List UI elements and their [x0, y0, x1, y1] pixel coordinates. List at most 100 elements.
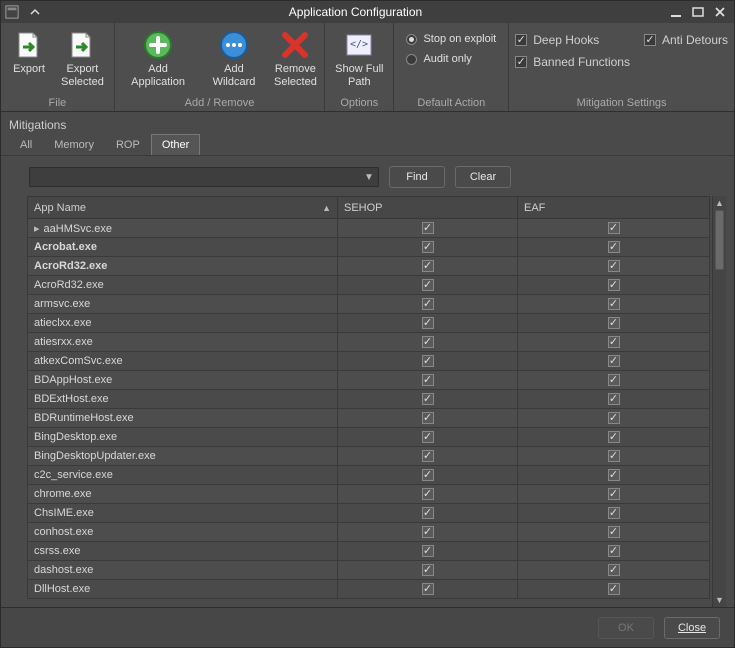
cell-sehop — [338, 542, 518, 561]
sehop-checkbox[interactable] — [422, 317, 434, 329]
table-row[interactable]: BDExtHost.exe — [28, 390, 710, 409]
table-row[interactable]: chrome.exe — [28, 485, 710, 504]
eaf-checkbox[interactable] — [608, 507, 620, 519]
table-row[interactable]: AcroRd32.exe — [28, 276, 710, 295]
show-full-path-button[interactable]: </> Show Full Path — [331, 27, 387, 91]
anti-detours-checkbox[interactable]: Anti Detours — [644, 33, 728, 47]
eaf-checkbox[interactable] — [608, 545, 620, 557]
scroll-up-icon[interactable]: ▲ — [713, 196, 726, 210]
table-row[interactable]: BDAppHost.exe — [28, 371, 710, 390]
eaf-checkbox[interactable] — [608, 260, 620, 272]
sehop-checkbox[interactable] — [422, 469, 434, 481]
sehop-checkbox[interactable] — [422, 583, 434, 595]
quick-access-up-icon[interactable] — [25, 4, 45, 20]
table-row[interactable]: BingDesktop.exe — [28, 428, 710, 447]
sort-asc-icon: ▲ — [322, 203, 331, 213]
sehop-checkbox[interactable] — [422, 488, 434, 500]
add-wildcard-button[interactable]: Add Wildcard — [201, 27, 266, 91]
sehop-checkbox[interactable] — [422, 298, 434, 310]
search-combo[interactable]: ▼ — [29, 167, 379, 187]
scroll-track[interactable] — [713, 210, 726, 593]
sehop-checkbox[interactable] — [422, 412, 434, 424]
eaf-checkbox[interactable] — [608, 317, 620, 329]
eaf-checkbox[interactable] — [608, 583, 620, 595]
table-row[interactable]: BDRuntimeHost.exe — [28, 409, 710, 428]
eaf-checkbox[interactable] — [608, 564, 620, 576]
sehop-checkbox[interactable] — [422, 336, 434, 348]
cell-eaf — [518, 542, 710, 561]
sehop-checkbox[interactable] — [422, 431, 434, 443]
table-row[interactable]: conhost.exe — [28, 523, 710, 542]
find-button[interactable]: Find — [389, 166, 445, 188]
sehop-checkbox[interactable] — [422, 222, 434, 234]
table-row[interactable]: Acrobat.exe — [28, 238, 710, 257]
sehop-checkbox[interactable] — [422, 564, 434, 576]
sehop-checkbox[interactable] — [422, 545, 434, 557]
eaf-checkbox[interactable] — [608, 450, 620, 462]
table-row[interactable]: ▸aaHMSvc.exe — [28, 219, 710, 238]
tab-other[interactable]: Other — [151, 134, 201, 155]
sehop-checkbox[interactable] — [422, 355, 434, 367]
tab-rop[interactable]: ROP — [105, 134, 151, 155]
column-header-sehop[interactable]: SEHOP — [338, 197, 518, 219]
ok-button[interactable]: OK — [598, 617, 654, 639]
scroll-down-icon[interactable]: ▼ — [713, 593, 726, 607]
eaf-checkbox[interactable] — [608, 241, 620, 253]
eaf-checkbox[interactable] — [608, 393, 620, 405]
vertical-scrollbar[interactable]: ▲ ▼ — [712, 196, 726, 607]
table-row[interactable]: atieclxx.exe — [28, 314, 710, 333]
eaf-checkbox[interactable] — [608, 336, 620, 348]
cell-app-name: BingDesktop.exe — [28, 428, 338, 447]
column-header-eaf[interactable]: EAF — [518, 197, 710, 219]
ribbon: Export Export Selected File Add Applic — [1, 23, 734, 112]
eaf-checkbox[interactable] — [608, 526, 620, 538]
table-row[interactable]: AcroRd32.exe — [28, 257, 710, 276]
table-row[interactable]: atiesrxx.exe — [28, 333, 710, 352]
remove-selected-button[interactable]: Remove Selected — [273, 27, 319, 91]
banned-functions-checkbox[interactable]: Banned Functions — [515, 55, 630, 69]
table-row[interactable]: armsvc.exe — [28, 295, 710, 314]
eaf-checkbox[interactable] — [608, 431, 620, 443]
eaf-checkbox[interactable] — [608, 488, 620, 500]
cell-sehop — [338, 504, 518, 523]
eaf-checkbox[interactable] — [608, 374, 620, 386]
eaf-checkbox[interactable] — [608, 279, 620, 291]
close-dialog-button[interactable]: Close — [664, 617, 720, 639]
add-application-button[interactable]: Add Application — [121, 27, 195, 91]
table-row[interactable]: DllHost.exe — [28, 580, 710, 599]
table-row[interactable]: BingDesktopUpdater.exe — [28, 447, 710, 466]
sehop-checkbox[interactable] — [422, 507, 434, 519]
sehop-checkbox[interactable] — [422, 526, 434, 538]
stop-on-exploit-radio[interactable]: Stop on exploit — [406, 33, 496, 45]
close-button[interactable] — [710, 4, 730, 20]
table-row[interactable]: csrss.exe — [28, 542, 710, 561]
column-header-app-name[interactable]: App Name ▲ — [28, 197, 338, 219]
sehop-checkbox[interactable] — [422, 279, 434, 291]
sehop-checkbox[interactable] — [422, 260, 434, 272]
export-selected-button[interactable]: Export Selected — [57, 27, 108, 91]
eaf-checkbox[interactable] — [608, 222, 620, 234]
table-row[interactable]: ChsIME.exe — [28, 504, 710, 523]
tab-memory[interactable]: Memory — [43, 134, 105, 155]
sehop-checkbox[interactable] — [422, 374, 434, 386]
table-row[interactable]: c2c_service.exe — [28, 466, 710, 485]
cell-sehop — [338, 390, 518, 409]
table-row[interactable]: atkexComSvc.exe — [28, 352, 710, 371]
export-button[interactable]: Export — [7, 27, 51, 78]
eaf-checkbox[interactable] — [608, 298, 620, 310]
sehop-checkbox[interactable] — [422, 393, 434, 405]
eaf-checkbox[interactable] — [608, 412, 620, 424]
audit-only-radio[interactable]: Audit only — [406, 53, 496, 65]
eaf-checkbox[interactable] — [608, 469, 620, 481]
table-row[interactable]: dashost.exe — [28, 561, 710, 580]
clear-button[interactable]: Clear — [455, 166, 511, 188]
minimize-button[interactable] — [666, 4, 686, 20]
maximize-button[interactable] — [688, 4, 708, 20]
deep-hooks-checkbox[interactable]: Deep Hooks — [515, 33, 630, 47]
tab-all[interactable]: All — [9, 134, 43, 155]
eaf-checkbox[interactable] — [608, 355, 620, 367]
cell-app-name: c2c_service.exe — [28, 466, 338, 485]
sehop-checkbox[interactable] — [422, 241, 434, 253]
scroll-thumb[interactable] — [715, 210, 724, 270]
sehop-checkbox[interactable] — [422, 450, 434, 462]
